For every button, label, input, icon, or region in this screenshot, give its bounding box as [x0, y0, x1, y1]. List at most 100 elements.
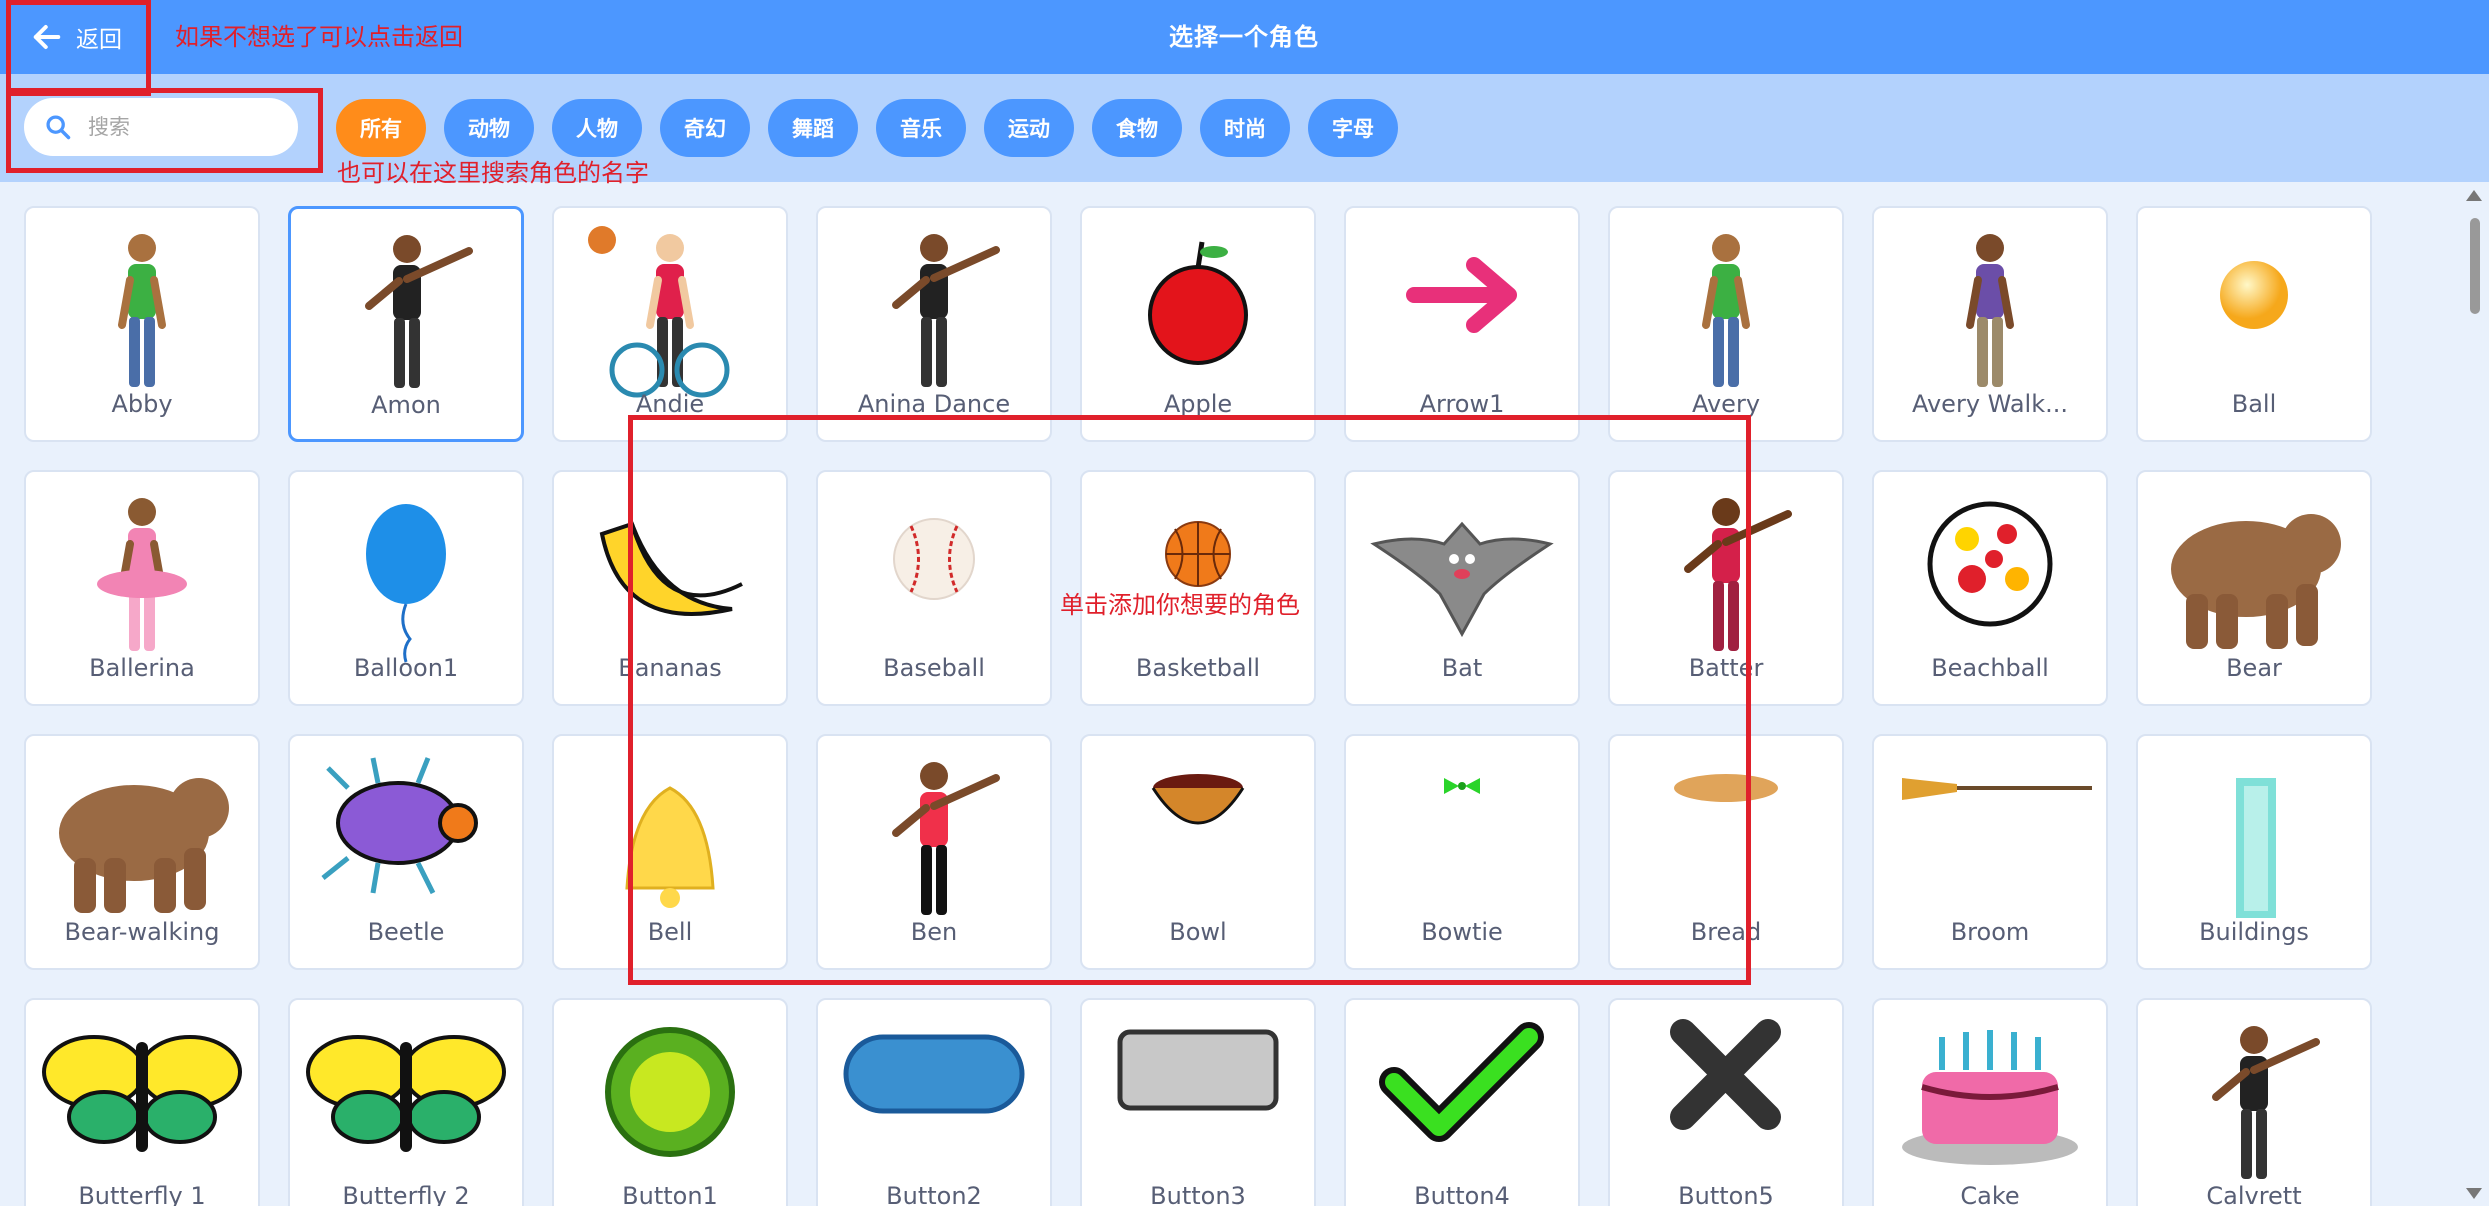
- category-tag[interactable]: 食物: [1092, 99, 1182, 157]
- category-tag[interactable]: 时尚: [1200, 99, 1290, 157]
- scroll-down-arrow-icon[interactable]: [2466, 1188, 2482, 1199]
- scrollbar[interactable]: [2462, 188, 2486, 1206]
- dancer-icon: [2212, 1026, 2320, 1179]
- sprite-name: Bear-walking: [64, 918, 220, 946]
- arrow-icon: [1406, 257, 1517, 333]
- category-tag[interactable]: 运动: [984, 99, 1074, 157]
- square-button-icon: [1117, 1029, 1279, 1111]
- sprite-name: Beetle: [367, 918, 445, 946]
- sprite-name: Button3: [1150, 1182, 1246, 1206]
- pill-button-icon: [843, 1034, 1025, 1114]
- sprite-card[interactable]: Butterfly 1: [24, 998, 260, 1206]
- sprite-card[interactable]: Anina Dance: [816, 206, 1052, 442]
- sprite-name: Bear: [2226, 654, 2282, 682]
- sprite-card[interactable]: Apple: [1080, 206, 1316, 442]
- sprite-name: Amon: [371, 391, 441, 419]
- sprite-card[interactable]: Butterfly 2: [288, 998, 524, 1206]
- sprite-card[interactable]: Button3: [1080, 998, 1316, 1206]
- scroll-up-arrow-icon[interactable]: [2466, 190, 2482, 201]
- balloon-icon: [366, 504, 446, 663]
- ball-icon: [2220, 261, 2288, 329]
- beetle-icon: [321, 757, 478, 895]
- sprite-card[interactable]: Avery Walk...: [1872, 206, 2108, 442]
- sprite-card[interactable]: Cake: [1872, 998, 2108, 1206]
- scroll-thumb[interactable]: [2470, 218, 2480, 314]
- sprite-name: Anina Dance: [857, 390, 1011, 418]
- sprite-name: Ballerina: [89, 654, 195, 682]
- annotation-box-search: [6, 88, 323, 173]
- sprite-name: Cake: [1960, 1182, 2020, 1206]
- sprite-name: Balloon1: [353, 654, 459, 682]
- broom-icon: [1902, 778, 2092, 800]
- sprite-name: Ball: [2231, 390, 2277, 418]
- sprite-name: Button5: [1678, 1182, 1774, 1206]
- sprite-card[interactable]: Button5: [1608, 998, 1844, 1206]
- category-tag[interactable]: 奇幻: [660, 99, 750, 157]
- annotation-box-back: [6, 0, 151, 96]
- category-tag[interactable]: 所有: [336, 99, 426, 157]
- sprite-name: Andie: [635, 390, 705, 418]
- sprite-card[interactable]: Beetle: [288, 734, 524, 970]
- sprite-name: Beachball: [1931, 654, 2049, 682]
- sprite-card[interactable]: Ball: [2136, 206, 2372, 442]
- sprite-card[interactable]: Button4: [1344, 998, 1580, 1206]
- sprite-card[interactable]: Balloon1: [288, 470, 524, 706]
- girl-icon: [1702, 234, 1750, 387]
- category-tag[interactable]: 人物: [552, 99, 642, 157]
- category-tag[interactable]: 音乐: [876, 99, 966, 157]
- category-tag[interactable]: 字母: [1308, 99, 1398, 157]
- sprite-card[interactable]: Button2: [816, 998, 1052, 1206]
- wheelchair-basketball-icon: [588, 226, 730, 398]
- x-mark-icon: [1670, 1019, 1781, 1130]
- dancer-icon: [892, 234, 1000, 387]
- sprite-name: Buildings: [2199, 918, 2309, 946]
- annotation-search-hint: 也可以在这里搜索角色的名字: [337, 159, 649, 187]
- dancer-icon: [365, 235, 473, 388]
- sprite-name: Abby: [111, 390, 173, 418]
- sprite-name: Button1: [622, 1182, 718, 1206]
- sprite-card[interactable]: Ballerina: [24, 470, 260, 706]
- sprite-name: Avery Walk...: [1911, 390, 2069, 418]
- page-title: 选择一个角色: [1169, 23, 1319, 51]
- sprite-card[interactable]: Amon: [288, 206, 524, 442]
- ballerina-icon: [97, 498, 187, 651]
- sprite-card[interactable]: Abby: [24, 206, 260, 442]
- sprite-card[interactable]: Andie: [552, 206, 788, 442]
- annotation-box-grid: [628, 415, 1751, 985]
- bear-icon: [59, 778, 229, 913]
- annotation-back-hint: 如果不想选了可以点击返回: [175, 23, 463, 51]
- annotation-grid-hint: 单击添加你想要的角色: [1060, 591, 1300, 619]
- sprite-card[interactable]: Avery: [1608, 206, 1844, 442]
- category-tag[interactable]: 舞蹈: [768, 99, 858, 157]
- bear-icon: [2171, 514, 2341, 649]
- sprite-card[interactable]: Bear-walking: [24, 734, 260, 970]
- sprite-name: Broom: [1950, 918, 2030, 946]
- girl-icon: [118, 234, 166, 387]
- sprite-card[interactable]: Broom: [1872, 734, 2108, 970]
- round-button-icon: [605, 1027, 735, 1157]
- sprite-card[interactable]: Button1: [552, 998, 788, 1206]
- sprite-name: Arrow1: [1419, 390, 1505, 418]
- sprite-name: Avery: [1691, 390, 1761, 418]
- sprite-name: Button2: [886, 1182, 982, 1206]
- category-tags: 所有 动物 人物 奇幻 舞蹈 音乐 运动 食物 时尚 字母: [336, 99, 1398, 157]
- cake-icon: [1902, 1030, 2078, 1165]
- sprite-name: Butterfly 2: [342, 1182, 470, 1206]
- sprite-card[interactable]: Arrow1: [1344, 206, 1580, 442]
- sprite-name: Apple: [1163, 390, 1233, 418]
- checkmark-icon: [1379, 1022, 1544, 1142]
- beachball-icon: [1927, 501, 2053, 627]
- butterfly-icon: [306, 1035, 506, 1152]
- category-tag[interactable]: 动物: [444, 99, 534, 157]
- butterfly-icon: [42, 1035, 242, 1152]
- sprite-name: Calvrett: [2206, 1182, 2302, 1206]
- sprite-card[interactable]: Buildings: [2136, 734, 2372, 970]
- girl-walking-icon: [1966, 234, 2014, 387]
- sprite-card[interactable]: Bear: [2136, 470, 2372, 706]
- sprite-name: Butterfly 1: [78, 1182, 206, 1206]
- sprite-card[interactable]: Calvrett: [2136, 998, 2372, 1206]
- building-icon: [2236, 778, 2276, 918]
- sprite-card[interactable]: Beachball: [1872, 470, 2108, 706]
- apple-icon: [1148, 241, 1248, 365]
- sprite-name: Button4: [1414, 1182, 1510, 1206]
